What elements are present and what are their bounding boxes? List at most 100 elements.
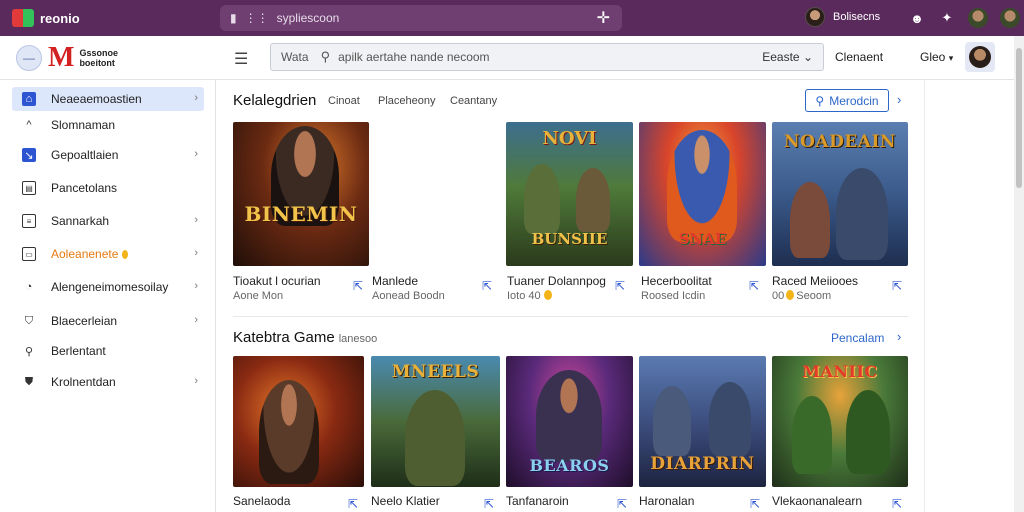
sidebar-item-3[interactable]: ▤ Pancetolans xyxy=(12,176,204,200)
search-filter-select[interactable]: Eeaste ⌄ xyxy=(762,50,813,64)
list-menu-icon[interactable]: ☰ xyxy=(234,49,248,69)
game-name: Raced Meiiooes xyxy=(772,274,859,288)
app-logo[interactable]: reonio xyxy=(12,9,80,27)
section-1-action-label: Merodcin xyxy=(829,93,879,108)
game-thumbnail[interactable]: DIARPRIN xyxy=(639,356,766,487)
game-card[interactable]: Sanelaoda ⇱ xyxy=(233,356,364,511)
tab-page-icon: ▮ xyxy=(230,11,237,25)
sidebar-item-1[interactable]: ^ Slomnaman xyxy=(12,113,204,137)
game-art-title: BUNSIIE xyxy=(531,230,608,248)
game-card[interactable]: BINEMIN Tioakut l ocurian Aone Mon ⇱ xyxy=(233,122,369,302)
chevron-right-icon[interactable]: › xyxy=(897,329,901,344)
game-name: Tanfanaroin xyxy=(506,494,569,508)
wishlist-icon[interactable]: ⇱ xyxy=(348,497,358,511)
home-icon: ⌂ xyxy=(22,92,36,106)
game-art-title: MANIIC xyxy=(802,362,878,381)
game-thumbnail[interactable]: MANIIC xyxy=(772,356,908,487)
game-card[interactable]: MNEELS Neelo Klatier ⇱ xyxy=(371,356,500,511)
sidebar-item-8[interactable]: ⚲ Berlentant xyxy=(12,339,204,363)
character-figure xyxy=(792,396,832,474)
scrollbar-thumb[interactable] xyxy=(1016,48,1022,188)
header-avatar[interactable] xyxy=(965,42,995,72)
sidebar-item-label: Alengeneimomesoilay xyxy=(51,280,169,294)
section-1-action-button[interactable]: ⚲ Merodcin xyxy=(805,89,889,112)
wishlist-icon[interactable]: ⇱ xyxy=(615,279,625,293)
brand-logo[interactable]: M Gssonoe boeitont xyxy=(48,43,118,73)
sidebar-item-label: Slomnaman xyxy=(51,118,116,132)
wishlist-icon[interactable]: ⇱ xyxy=(482,279,492,293)
chevron-right-icon: › xyxy=(194,92,198,104)
browser-tab[interactable]: ▮ ⋮⋮ sypliescoon ✛ xyxy=(220,5,622,31)
chevron-right-icon: › xyxy=(194,247,198,259)
game-thumbnail[interactable]: SNAE xyxy=(639,122,766,266)
search-bar[interactable]: Wata ⚲ apilk aertahe nande necoom Eeaste… xyxy=(270,43,824,71)
wishlist-icon[interactable]: ⇱ xyxy=(617,497,627,511)
wishlist-icon[interactable]: ⇱ xyxy=(750,497,760,511)
sidebar-item-4[interactable]: ≡ Sannarkah › xyxy=(12,209,204,233)
section-2-link[interactable]: Pencalam xyxy=(831,331,884,345)
game-name: Tuaner Dolannpog xyxy=(507,274,606,288)
section-1-title: Kelalegdrien xyxy=(233,92,317,109)
search-filter-value: Eeaste xyxy=(762,50,800,64)
logo-mark-icon xyxy=(12,9,34,27)
account-menu[interactable]: Bolisecns xyxy=(805,7,880,27)
game-meta-text-2: Seoom xyxy=(796,290,832,302)
sidebar-item-label: Gepoaltlaien xyxy=(51,148,119,162)
game-thumbnail[interactable]: NOVI BUNSIIE xyxy=(506,122,633,266)
game-name: Hecerboolitat xyxy=(641,274,712,288)
sidebar-item-0[interactable]: ⌂ Neaeaemoastien › xyxy=(12,87,204,111)
game-card[interactable]: NOADEAIN Raced Meiiooes 00 Seoom ⇱ xyxy=(772,122,908,302)
character-figure xyxy=(709,382,751,456)
search-input[interactable]: apilk aertahe nande necoom xyxy=(338,50,489,64)
game-art-title: SNAE xyxy=(678,230,727,248)
wishlist-icon[interactable]: ⇱ xyxy=(892,497,902,511)
wishlist-icon[interactable]: ⇱ xyxy=(749,279,759,293)
game-thumbnail[interactable]: BEAROS xyxy=(506,356,633,487)
game-thumbnail[interactable]: MNEELS xyxy=(371,356,500,487)
game-thumbnail[interactable]: NOADEAIN xyxy=(772,122,908,266)
tab-3[interactable]: Ceantany xyxy=(450,95,497,107)
wishlist-icon[interactable]: ⇱ xyxy=(892,279,902,293)
sidebar-item-6[interactable]: ◔ Alengeneimomesoilay › xyxy=(12,275,204,299)
scrollbar[interactable] xyxy=(1014,36,1024,512)
game-art-title: BEAROS xyxy=(529,456,610,475)
sidebar-item-2[interactable]: ↘ Gepoaltlaien › xyxy=(12,143,204,167)
header-link-2-label: Gleo xyxy=(920,50,946,64)
game-meta: Aonead Boodn xyxy=(372,290,445,302)
game-card[interactable]: DIARPRIN Haronalan ⇱ xyxy=(639,356,766,511)
collapse-menu-icon[interactable]: — xyxy=(16,45,42,71)
sidebar-item-9[interactable]: ⛊ Krolnentdan › xyxy=(12,370,204,394)
sidebar-item-label: Aoleanenete xyxy=(51,247,119,261)
sidebar-item-5[interactable]: ▭ Aoleanenete › xyxy=(12,242,204,266)
notifications-icon[interactable]: ☻ xyxy=(908,9,926,27)
sidebar-item-7[interactable]: ⛉ Blaecerleian › xyxy=(12,309,204,333)
tag-icon: ⛉ xyxy=(24,314,34,327)
game-meta: Ioto 40 xyxy=(507,290,552,302)
game-meta-text: Ioto 40 xyxy=(507,290,541,302)
character-figure xyxy=(667,130,737,242)
chevron-right-icon[interactable]: › xyxy=(897,92,901,107)
game-name: Haronalan xyxy=(639,494,695,508)
wishlist-icon[interactable]: ⇱ xyxy=(484,497,494,511)
new-tab-icon[interactable]: ✛ xyxy=(597,8,610,28)
wishlist-icon[interactable]: ⇱ xyxy=(353,279,363,293)
game-art-title: BINEMIN xyxy=(244,202,358,226)
tab-2[interactable]: Placeheony xyxy=(378,95,436,107)
profile-avatar-2[interactable] xyxy=(1000,8,1020,28)
star-icon[interactable]: ✦ xyxy=(938,9,956,27)
game-meta: Roosed Icdin xyxy=(641,290,706,302)
section-2-title: Katebtra Game lanesoo xyxy=(233,329,377,346)
sidebar-item-label: Krolnentdan xyxy=(51,375,116,389)
game-thumbnail[interactable] xyxy=(233,356,364,487)
game-card[interactable]: MANIIC Vlekaonanalearn ⇱ xyxy=(772,356,908,511)
chart-icon: ↘ xyxy=(22,148,36,162)
header-link-2[interactable]: Gleo ▾ xyxy=(920,50,953,64)
game-card[interactable]: BEAROS Tanfanaroin ⇱ xyxy=(506,356,633,511)
sidebar-item-label: Blaecerleian xyxy=(51,314,118,328)
header-link-1[interactable]: Clenaent xyxy=(835,50,883,64)
tab-1[interactable]: Cinoat xyxy=(328,95,360,107)
profile-avatar-1[interactable] xyxy=(968,8,988,28)
game-thumbnail[interactable]: BINEMIN xyxy=(233,122,369,266)
sidebar-item-label: Berlentant xyxy=(51,344,106,358)
chevron-right-icon: › xyxy=(194,375,198,387)
